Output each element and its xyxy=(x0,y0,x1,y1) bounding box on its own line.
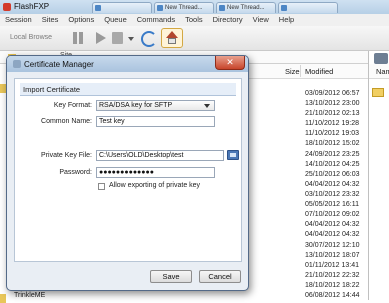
menu-help[interactable]: Help xyxy=(274,14,299,26)
key-format-select[interactable]: RSA/DSA key for SFTP xyxy=(96,100,215,111)
modified-date: 04/04/2012 04:32 xyxy=(305,181,360,188)
modified-date: 14/10/2012 04:25 xyxy=(305,161,360,168)
close-button[interactable]: ✕ xyxy=(215,56,245,70)
file-name: TrinkleME xyxy=(14,292,46,299)
key-format-label: Key Format: xyxy=(53,102,92,109)
allow-export-label[interactable]: Allow exporting of private key xyxy=(109,182,200,189)
password-value: ●●●●●●●●●●●●● xyxy=(99,169,154,176)
menu-queue[interactable]: Queue xyxy=(99,14,132,26)
refresh-icon[interactable] xyxy=(139,29,157,47)
menu-view[interactable]: View xyxy=(248,14,274,26)
tab-1[interactable] xyxy=(92,2,152,13)
modified-date: 04/04/2012 04:32 xyxy=(305,221,360,228)
browse-folder-icon[interactable] xyxy=(227,150,239,160)
pause-icon[interactable] xyxy=(69,29,87,47)
remote-pane: Nam xyxy=(368,51,389,300)
modified-date: 06/08/2012 14:44 xyxy=(305,292,360,299)
modified-date: 13/10/2012 23:00 xyxy=(305,100,360,107)
common-name-field[interactable]: Test key xyxy=(96,116,215,127)
modified-date: 03/09/2012 06:57 xyxy=(305,90,360,97)
tab-favicon-icon xyxy=(95,5,101,11)
modified-date: 11/10/2012 19:03 xyxy=(305,130,359,137)
menu-sites[interactable]: Sites xyxy=(37,14,64,26)
modified-date: 18/10/2012 15:02 xyxy=(305,140,360,147)
certificate-manager-dialog: Certificate Manager ✕ Import Certificate… xyxy=(6,55,249,291)
column-size[interactable]: Size xyxy=(285,67,300,76)
tab-4[interactable] xyxy=(278,2,338,13)
save-button[interactable]: Save xyxy=(150,270,192,283)
group-title: Import Certificate xyxy=(23,85,81,94)
private-key-file-label: Private Key File: xyxy=(41,152,92,159)
modified-date: 07/10/2012 09:02 xyxy=(305,211,360,218)
main-toolbar: Local Browse xyxy=(0,26,389,51)
dialog-body: Import Certificate Key Format: RSA/DSA k… xyxy=(14,78,242,262)
menu-session[interactable]: Session xyxy=(0,14,37,26)
modified-date: 30/07/2012 12:10 xyxy=(305,242,360,249)
menu-options[interactable]: Options xyxy=(63,14,99,26)
menu-commands[interactable]: Commands xyxy=(132,14,180,26)
tab-3[interactable]: New Thread... xyxy=(216,2,276,13)
modified-date: 03/10/2012 23:32 xyxy=(305,191,360,198)
modified-date: 24/09/2012 23:25 xyxy=(305,151,360,158)
allow-export-checkbox[interactable] xyxy=(98,183,105,190)
transfer-queue-icon[interactable] xyxy=(109,29,127,47)
private-key-file-value: C:\Users\OLD\Desktop\test xyxy=(99,152,184,159)
modified-date: 13/10/2012 18:07 xyxy=(305,252,360,259)
modified-date: 21/10/2012 02:13 xyxy=(305,110,360,117)
cancel-button[interactable]: Cancel xyxy=(199,270,241,283)
modified-date: 05/05/2012 16:11 xyxy=(305,201,359,208)
key-format-value: RSA/DSA key for SFTP xyxy=(99,102,173,109)
chevron-down-icon[interactable] xyxy=(128,37,134,41)
certificate-icon xyxy=(13,60,21,68)
connect-icon[interactable] xyxy=(374,53,388,64)
tab-favicon-icon xyxy=(281,5,287,11)
tab-label: New Thread... xyxy=(165,5,203,11)
tab-label: New Thread... xyxy=(227,5,265,11)
app-title: FlashFXP xyxy=(14,2,50,11)
dialog-title: Certificate Manager xyxy=(24,60,94,69)
password-label: Password: xyxy=(59,169,92,176)
tab-favicon-icon xyxy=(157,5,163,11)
column-name[interactable]: Nam xyxy=(376,67,389,76)
modified-date: 04/04/2012 04:32 xyxy=(305,231,360,238)
browser-tab-strip: New Thread... New Thread... xyxy=(92,0,340,14)
tab-favicon-icon xyxy=(219,5,225,11)
list-item[interactable]: TrinkleME 06/08/2012 14:44 xyxy=(0,289,368,303)
local-browse-button[interactable]: Local Browse xyxy=(6,32,56,44)
menu-tools[interactable]: Tools xyxy=(180,14,208,26)
play-icon[interactable] xyxy=(91,29,109,47)
common-name-label: Common Name: xyxy=(41,118,92,125)
tab-2[interactable]: New Thread... xyxy=(154,2,214,13)
window-titlebar: FlashFXP New Thread... New Thread... xyxy=(0,0,389,14)
chevron-down-icon xyxy=(204,104,210,108)
home-icon[interactable] xyxy=(161,28,183,48)
modified-date: 01/11/2012 13:41 xyxy=(305,262,359,269)
folder-icon[interactable] xyxy=(372,88,384,97)
modified-date: 25/10/2012 06:03 xyxy=(305,171,360,178)
dialog-titlebar: Certificate Manager xyxy=(7,56,248,72)
remote-list-header: Nam xyxy=(369,64,389,79)
flashfxp-logo-icon xyxy=(3,3,11,11)
import-certificate-header: Import Certificate xyxy=(20,83,236,96)
common-name-value: Test key xyxy=(99,118,125,125)
modified-date: 11/10/2012 19:28 xyxy=(305,120,359,127)
column-divider[interactable] xyxy=(300,65,301,77)
menu-directory[interactable]: Directory xyxy=(208,14,248,26)
private-key-file-field[interactable]: C:\Users\OLD\Desktop\test xyxy=(96,150,224,161)
modified-date: 21/10/2012 22:32 xyxy=(305,272,360,279)
modified-date: 18/10/2012 18:22 xyxy=(305,282,360,289)
column-modified[interactable]: Modified xyxy=(305,67,333,76)
password-field[interactable]: ●●●●●●●●●●●●● xyxy=(96,167,215,178)
